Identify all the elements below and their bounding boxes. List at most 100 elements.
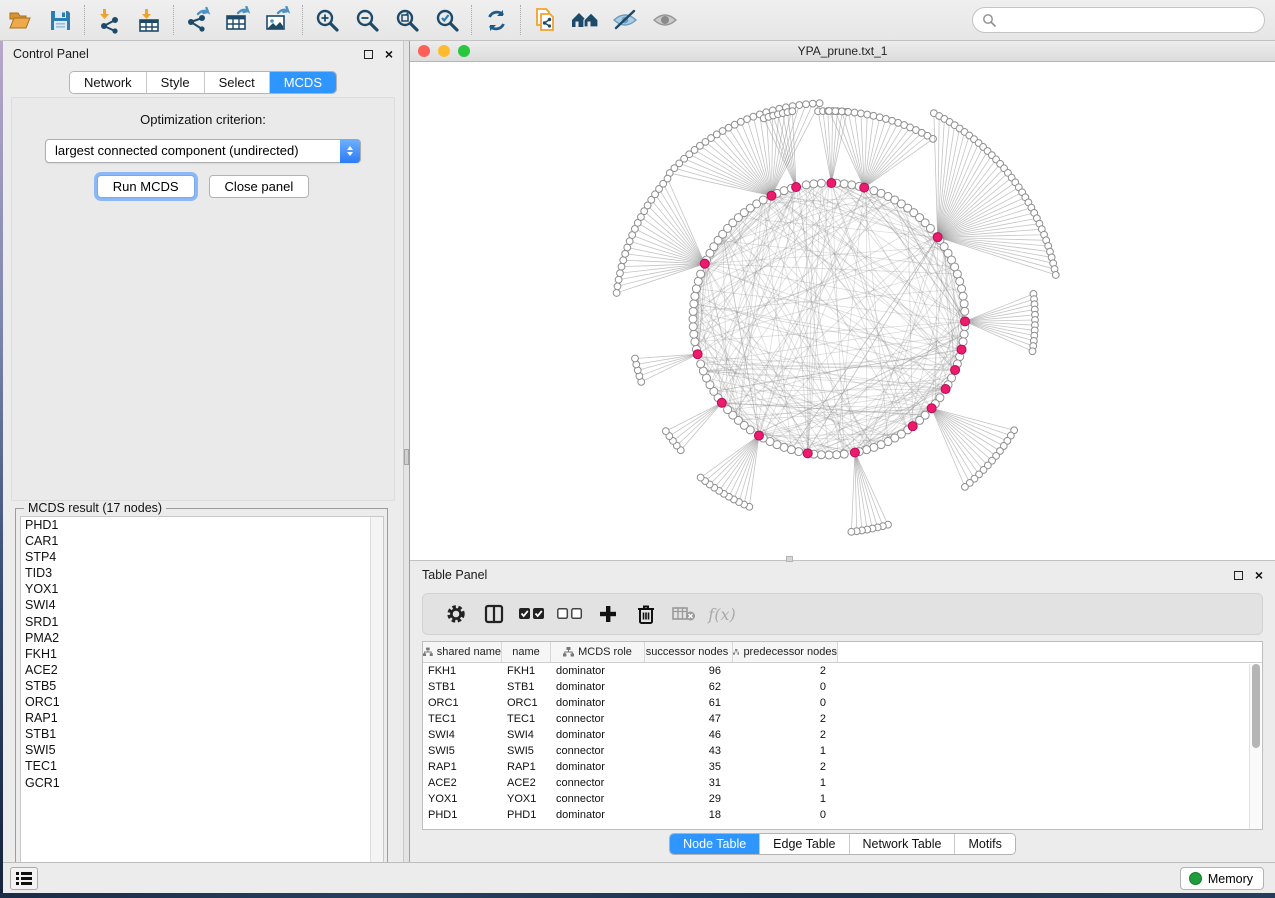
table-row[interactable]: PHD1PHD1dominator180 xyxy=(423,807,1262,823)
dominator-node[interactable] xyxy=(827,179,836,188)
horizontal-splitter[interactable] xyxy=(786,556,793,562)
delete-table-icon[interactable] xyxy=(665,597,703,631)
search-input[interactable] xyxy=(1002,13,1252,27)
memory-button[interactable]: Memory xyxy=(1180,867,1264,890)
mcds-result-item[interactable]: PMA2 xyxy=(21,630,383,646)
mcds-result-item[interactable]: FKH1 xyxy=(21,646,383,662)
function-builder-icon[interactable]: f(x) xyxy=(703,597,741,631)
dominator-node[interactable] xyxy=(860,183,869,192)
mcds-result-item[interactable]: STP4 xyxy=(21,549,383,565)
export-table-icon[interactable] xyxy=(218,3,258,37)
close-panel-button[interactable]: Close panel xyxy=(209,175,310,198)
table-row[interactable]: ACE2ACE2connector311 xyxy=(423,775,1262,791)
dominator-node[interactable] xyxy=(951,365,960,374)
tab-mcds[interactable]: MCDS xyxy=(269,72,336,93)
table-row[interactable]: TEC1TEC1connector472 xyxy=(423,711,1262,727)
dominator-node[interactable] xyxy=(803,449,812,458)
import-network-icon[interactable] xyxy=(89,3,129,37)
mcds-result-item[interactable]: RAP1 xyxy=(21,710,383,726)
dominator-node[interactable] xyxy=(700,259,709,268)
mcds-result-item[interactable]: TEC1 xyxy=(21,758,383,774)
mcds-result-item[interactable]: STB5 xyxy=(21,678,383,694)
dominator-node[interactable] xyxy=(960,317,969,326)
tab-select[interactable]: Select xyxy=(204,72,269,93)
mcds-result-list[interactable]: PHD1CAR1STP4TID3YOX1SWI4SRD1PMA2FKH1ACE2… xyxy=(20,516,384,874)
table-mode-gear-icon[interactable] xyxy=(437,597,475,631)
column-header-predecessor-nodes[interactable]: predecessor nodes xyxy=(733,642,838,662)
mcds-result-item[interactable]: STB1 xyxy=(21,726,383,742)
table-scroll-thumb[interactable] xyxy=(1252,664,1260,748)
zoom-in-icon[interactable] xyxy=(307,3,347,37)
table-row[interactable]: YOX1YOX1connector291 xyxy=(423,791,1262,807)
table-row[interactable]: RAP1RAP1dominator352 xyxy=(423,759,1262,775)
column-header-MCDS-role[interactable]: MCDS role xyxy=(551,642,645,662)
table-tab-network-table[interactable]: Network Table xyxy=(849,834,955,854)
dominator-node[interactable] xyxy=(941,385,950,394)
export-image-icon[interactable] xyxy=(258,3,298,37)
task-history-button[interactable] xyxy=(10,867,38,890)
hide-selected-icon[interactable] xyxy=(605,3,645,37)
zoom-out-icon[interactable] xyxy=(347,3,387,37)
import-table-icon[interactable] xyxy=(129,3,169,37)
table-tab-node-table[interactable]: Node Table xyxy=(670,834,759,854)
dominator-node[interactable] xyxy=(927,404,936,413)
mcds-result-item[interactable]: ACE2 xyxy=(21,662,383,678)
dominator-node[interactable] xyxy=(693,350,702,359)
vertical-splitter[interactable] xyxy=(403,41,410,862)
table-scrollbar[interactable] xyxy=(1249,664,1261,829)
open-file-icon[interactable] xyxy=(0,3,40,37)
mcds-result-item[interactable]: TID3 xyxy=(21,565,383,581)
delete-column-icon[interactable] xyxy=(627,597,665,631)
float-table-panel-icon[interactable] xyxy=(1234,571,1243,580)
dominator-node[interactable] xyxy=(850,448,859,457)
select-all-checks-icon[interactable] xyxy=(513,597,551,631)
dominator-node[interactable] xyxy=(754,431,763,440)
dominator-node[interactable] xyxy=(933,233,942,242)
zoom-fit-icon[interactable] xyxy=(387,3,427,37)
export-network-icon[interactable] xyxy=(178,3,218,37)
dominator-node[interactable] xyxy=(908,422,917,431)
create-column-icon[interactable] xyxy=(589,597,627,631)
search-box[interactable] xyxy=(972,7,1265,33)
table-tab-motifs[interactable]: Motifs xyxy=(954,834,1014,854)
save-session-icon[interactable] xyxy=(40,3,80,37)
float-panel-icon[interactable] xyxy=(364,50,373,59)
deselect-all-checks-icon[interactable] xyxy=(551,597,589,631)
dominator-node[interactable] xyxy=(767,191,776,200)
mcds-result-item[interactable]: CAR1 xyxy=(21,533,383,549)
mcds-result-item[interactable]: YOX1 xyxy=(21,581,383,597)
close-table-panel-icon[interactable]: × xyxy=(1255,571,1263,580)
dominator-node[interactable] xyxy=(792,183,801,192)
mcds-result-item[interactable]: ORC1 xyxy=(21,694,383,710)
table-row[interactable]: SWI5SWI5connector431 xyxy=(423,743,1262,759)
mcds-result-item[interactable]: SWI4 xyxy=(21,597,383,613)
refresh-view-icon[interactable] xyxy=(476,3,516,37)
network-canvas-svg[interactable] xyxy=(410,63,1275,560)
table-row[interactable]: SWI4SWI4dominator462 xyxy=(423,727,1262,743)
column-header-shared-name[interactable]: shared name xyxy=(423,642,502,662)
table-row[interactable]: STB1STB1dominator620 xyxy=(423,679,1262,695)
criterion-dropdown[interactable]: largest connected component (undirected) xyxy=(45,139,361,163)
zoom-selected-icon[interactable] xyxy=(427,3,467,37)
node-table[interactable]: shared namenameMCDS rolesuccessor nodesp… xyxy=(422,641,1263,830)
dominator-node[interactable] xyxy=(957,345,966,354)
first-neighbors-icon[interactable] xyxy=(565,3,605,37)
table-tab-edge-table[interactable]: Edge Table xyxy=(759,834,848,854)
mcds-result-item[interactable]: PHD1 xyxy=(21,517,383,533)
column-header-successor-nodes[interactable]: successor nodes xyxy=(645,642,733,662)
table-row[interactable]: ORC1ORC1dominator610 xyxy=(423,695,1262,711)
mcds-result-item[interactable]: GCR1 xyxy=(21,775,383,791)
column-header-name[interactable]: name xyxy=(502,642,551,662)
table-row[interactable]: FKH1FKH1dominator962 xyxy=(423,663,1262,679)
close-panel-icon[interactable]: × xyxy=(385,50,393,59)
tab-network[interactable]: Network xyxy=(70,72,146,93)
show-all-icon[interactable] xyxy=(645,3,685,37)
mcds-result-item[interactable]: SWI5 xyxy=(21,742,383,758)
table-header-row[interactable]: shared namenameMCDS rolesuccessor nodesp… xyxy=(423,642,1262,663)
mcds-result-item[interactable]: SRD1 xyxy=(21,614,383,630)
result-scrollbar[interactable] xyxy=(370,517,383,873)
network-titlebar[interactable]: YPA_prune.txt_1 xyxy=(410,41,1275,62)
show-columns-icon[interactable] xyxy=(475,597,513,631)
copy-network-icon[interactable] xyxy=(525,3,565,37)
tab-style[interactable]: Style xyxy=(146,72,204,93)
